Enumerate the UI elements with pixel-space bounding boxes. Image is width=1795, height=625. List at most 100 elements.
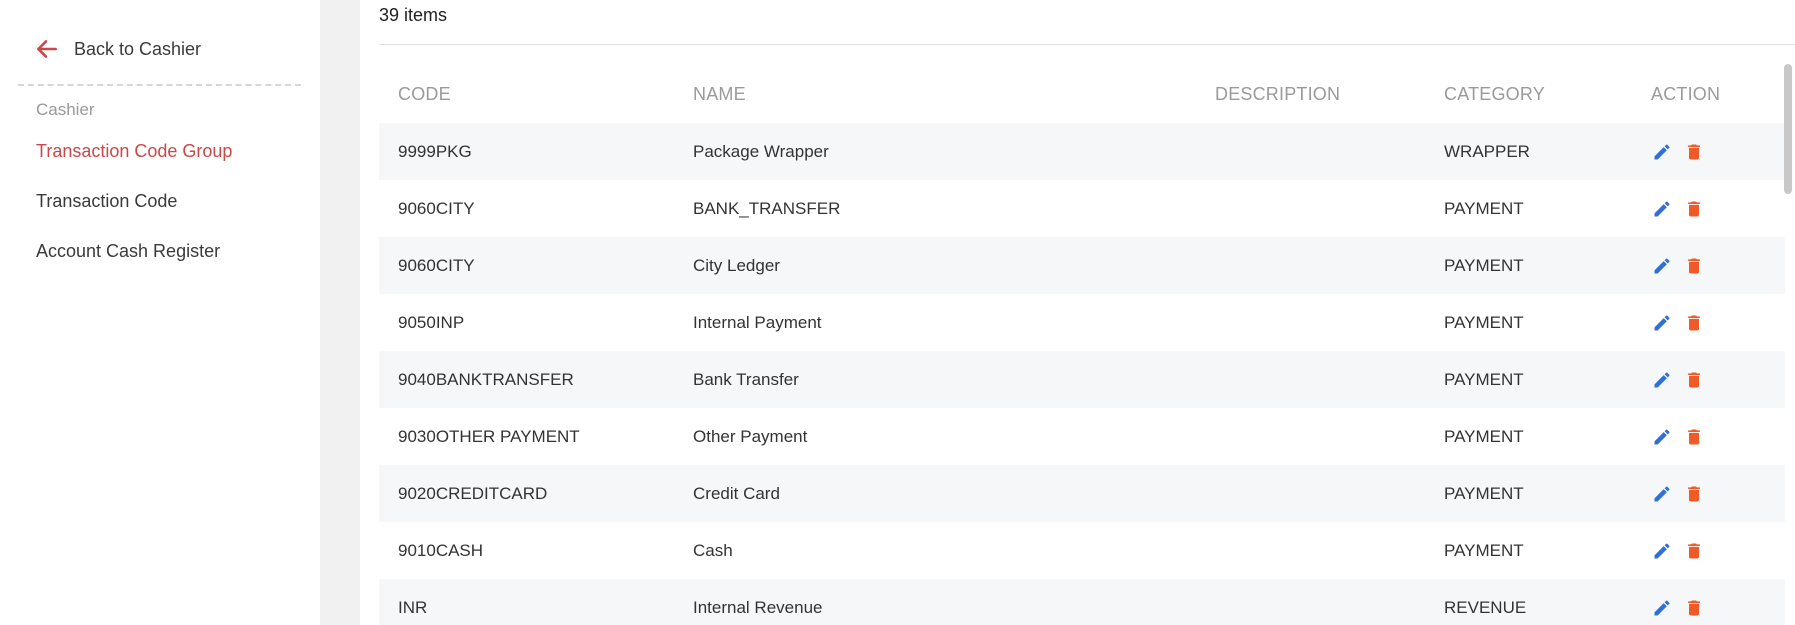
- cell-category: PAYMENT: [1444, 255, 1524, 275]
- cell-name: BANK_TRANSFER: [693, 198, 841, 218]
- pencil-icon: [1654, 485, 1670, 501]
- cell-code: 9060CITY: [398, 255, 475, 275]
- items-count: 39 items: [379, 5, 448, 25]
- cell-name: Bank Transfer: [693, 369, 799, 389]
- column-header-name[interactable]: NAME: [693, 66, 746, 123]
- table-row[interactable]: 9999PKG Package Wrapper WRAPPER: [379, 123, 1785, 180]
- pencil-icon: [1654, 257, 1670, 273]
- cell-name: Internal Payment: [693, 312, 822, 332]
- cell-name: City Ledger: [693, 255, 780, 275]
- back-to-cashier-link[interactable]: Back to Cashier: [34, 36, 201, 62]
- edit-button[interactable]: [1651, 312, 1673, 334]
- table-row[interactable]: 9020CREDITCARD Credit Card PAYMENT: [379, 465, 1785, 522]
- delete-button[interactable]: [1683, 198, 1705, 220]
- edit-button[interactable]: [1651, 255, 1673, 277]
- cell-code: 9020CREDITCARD: [398, 483, 548, 503]
- pencil-icon: [1654, 143, 1670, 159]
- delete-button[interactable]: [1683, 426, 1705, 448]
- cell-category: PAYMENT: [1444, 540, 1524, 560]
- cell-action: [1651, 579, 1715, 625]
- cell-action: [1651, 237, 1715, 294]
- main-panel: 39 items CODE NAME DESCRIPTION CATEGORY …: [360, 0, 1795, 625]
- column-header-category[interactable]: CATEGORY: [1444, 66, 1545, 123]
- cell-action: [1651, 180, 1715, 237]
- edit-button[interactable]: [1651, 540, 1673, 562]
- column-header-code[interactable]: CODE: [398, 66, 451, 123]
- delete-button[interactable]: [1683, 312, 1705, 334]
- delete-button[interactable]: [1683, 255, 1705, 277]
- pencil-icon: [1654, 314, 1670, 330]
- trash-icon: [1688, 372, 1700, 387]
- table-row[interactable]: 9060CITY BANK_TRANSFER PAYMENT: [379, 180, 1785, 237]
- cell-name: Credit Card: [693, 483, 780, 503]
- transaction-code-group-table: CODE NAME DESCRIPTION CATEGORY ACTION 99…: [379, 66, 1785, 625]
- sidebar-item-transaction-code-group[interactable]: Transaction Code Group: [36, 141, 232, 162]
- trash-icon: [1688, 144, 1700, 159]
- delete-button[interactable]: [1683, 141, 1705, 163]
- pencil-icon: [1654, 200, 1670, 216]
- cell-code: INR: [398, 597, 428, 617]
- table-row[interactable]: 9010CASH Cash PAYMENT: [379, 522, 1785, 579]
- cell-name: Cash: [693, 540, 733, 560]
- edit-button[interactable]: [1651, 141, 1673, 163]
- cell-category: PAYMENT: [1444, 369, 1524, 389]
- delete-button[interactable]: [1683, 597, 1705, 619]
- trash-icon: [1688, 258, 1700, 273]
- column-header-action: ACTION: [1651, 84, 1721, 104]
- scrollbar[interactable]: [1784, 60, 1792, 625]
- cell-code: 9050INP: [398, 312, 465, 332]
- pencil-icon: [1654, 542, 1670, 558]
- table-row[interactable]: 9050INP Internal Payment PAYMENT: [379, 294, 1785, 351]
- arrow-left-icon: [37, 40, 57, 58]
- sidebar: Back to Cashier Cashier Transaction Code…: [0, 0, 320, 625]
- pencil-icon: [1654, 428, 1670, 444]
- trash-icon: [1688, 543, 1700, 558]
- delete-button[interactable]: [1683, 369, 1705, 391]
- cell-action: [1651, 522, 1715, 579]
- cell-name: Package Wrapper: [693, 141, 829, 161]
- sidebar-section-label: Cashier: [36, 100, 95, 119]
- sidebar-divider: [18, 84, 301, 86]
- trash-icon: [1688, 429, 1700, 444]
- edit-button[interactable]: [1651, 483, 1673, 505]
- edit-button[interactable]: [1651, 597, 1673, 619]
- cell-code: 9010CASH: [398, 540, 484, 560]
- back-to-cashier-label: Back to Cashier: [74, 38, 202, 59]
- cell-name: Internal Revenue: [693, 597, 823, 617]
- cell-name: Other Payment: [693, 426, 808, 446]
- scrollbar-thumb[interactable]: [1784, 64, 1792, 194]
- table-header: CODE NAME DESCRIPTION CATEGORY ACTION: [379, 66, 1785, 123]
- cell-code: 9030OTHER PAYMENT: [398, 426, 580, 446]
- main-divider: [379, 44, 1795, 45]
- cell-code: 9060CITY: [398, 198, 475, 218]
- cell-action: [1651, 294, 1715, 351]
- cell-category: PAYMENT: [1444, 312, 1524, 332]
- cell-category: WRAPPER: [1444, 141, 1530, 161]
- table-row[interactable]: 9030OTHER PAYMENT Other Payment PAYMENT: [379, 408, 1785, 465]
- table-row[interactable]: 9040BANKTRANSFER Bank Transfer PAYMENT: [379, 351, 1785, 408]
- cell-action: [1651, 465, 1715, 522]
- cell-category: PAYMENT: [1444, 198, 1524, 218]
- trash-icon: [1688, 315, 1700, 330]
- trash-icon: [1688, 600, 1700, 615]
- cell-code: 9040BANKTRANSFER: [398, 369, 574, 389]
- trash-icon: [1688, 486, 1700, 501]
- sidebar-item-transaction-code[interactable]: Transaction Code: [36, 191, 177, 212]
- table-body: 9999PKG Package Wrapper WRAPPER 9060CITY BAN…: [379, 123, 1785, 625]
- edit-button[interactable]: [1651, 426, 1673, 448]
- cell-action: [1651, 123, 1715, 180]
- cell-category: PAYMENT: [1444, 483, 1524, 503]
- delete-button[interactable]: [1683, 483, 1705, 505]
- cell-action: [1651, 351, 1715, 408]
- table-row[interactable]: INR Internal Revenue REVENUE: [379, 579, 1785, 625]
- edit-button[interactable]: [1651, 369, 1673, 391]
- sidebar-item-account-cash-register[interactable]: Account Cash Register: [36, 241, 220, 262]
- edit-button[interactable]: [1651, 198, 1673, 220]
- table-row[interactable]: 9060CITY City Ledger PAYMENT: [379, 237, 1785, 294]
- column-header-description[interactable]: DESCRIPTION: [1215, 66, 1340, 123]
- cell-category: PAYMENT: [1444, 426, 1524, 446]
- cell-code: 9999PKG: [398, 141, 472, 161]
- pencil-icon: [1654, 371, 1670, 387]
- pencil-icon: [1654, 599, 1670, 615]
- delete-button[interactable]: [1683, 540, 1705, 562]
